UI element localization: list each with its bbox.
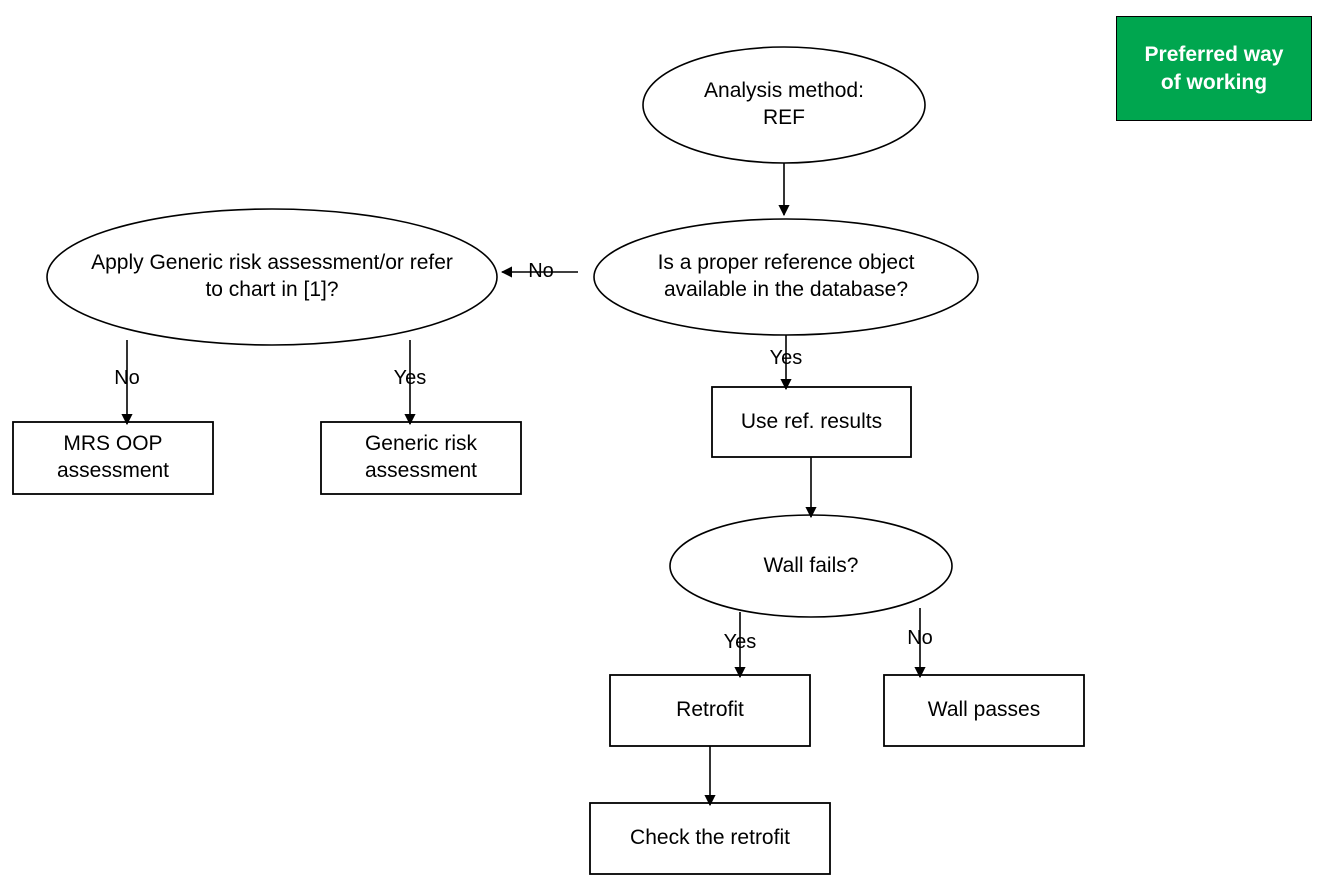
- edge-label-apply-to-mrs-oop-no: No: [114, 367, 140, 389]
- node-shape-analysis-method[interactable]: [642, 46, 926, 164]
- node-shape-reference-object[interactable]: [593, 218, 979, 336]
- edge-label-apply-to-generic-risk-yes: Yes: [393, 367, 427, 389]
- legend-preferred-way-of-working: Preferred way of working: [1116, 16, 1312, 121]
- flowchart-shapes: [12, 46, 1085, 875]
- node-shape-retrofit[interactable]: [609, 674, 811, 747]
- node-shape-use-ref-results[interactable]: [711, 386, 912, 458]
- node-shape-wall-fails[interactable]: [669, 514, 953, 618]
- flowchart-canvas: Analysis method: REF Is a proper referen…: [0, 0, 1329, 890]
- edge-label-reference-to-apply-no: No: [528, 260, 554, 282]
- edge-label-reference-to-use-ref-yes: Yes: [769, 347, 803, 369]
- edge-label-wall-fails-to-retrofit-yes: Yes: [723, 631, 757, 653]
- node-shape-mrs-oop[interactable]: [12, 421, 214, 495]
- node-shape-apply-generic[interactable]: [46, 208, 498, 346]
- node-shape-wall-passes[interactable]: [883, 674, 1085, 747]
- edge-label-wall-fails-to-wall-passes-no: No: [907, 627, 933, 649]
- node-shape-generic-risk[interactable]: [320, 421, 522, 495]
- node-shape-check-retrofit[interactable]: [589, 802, 831, 875]
